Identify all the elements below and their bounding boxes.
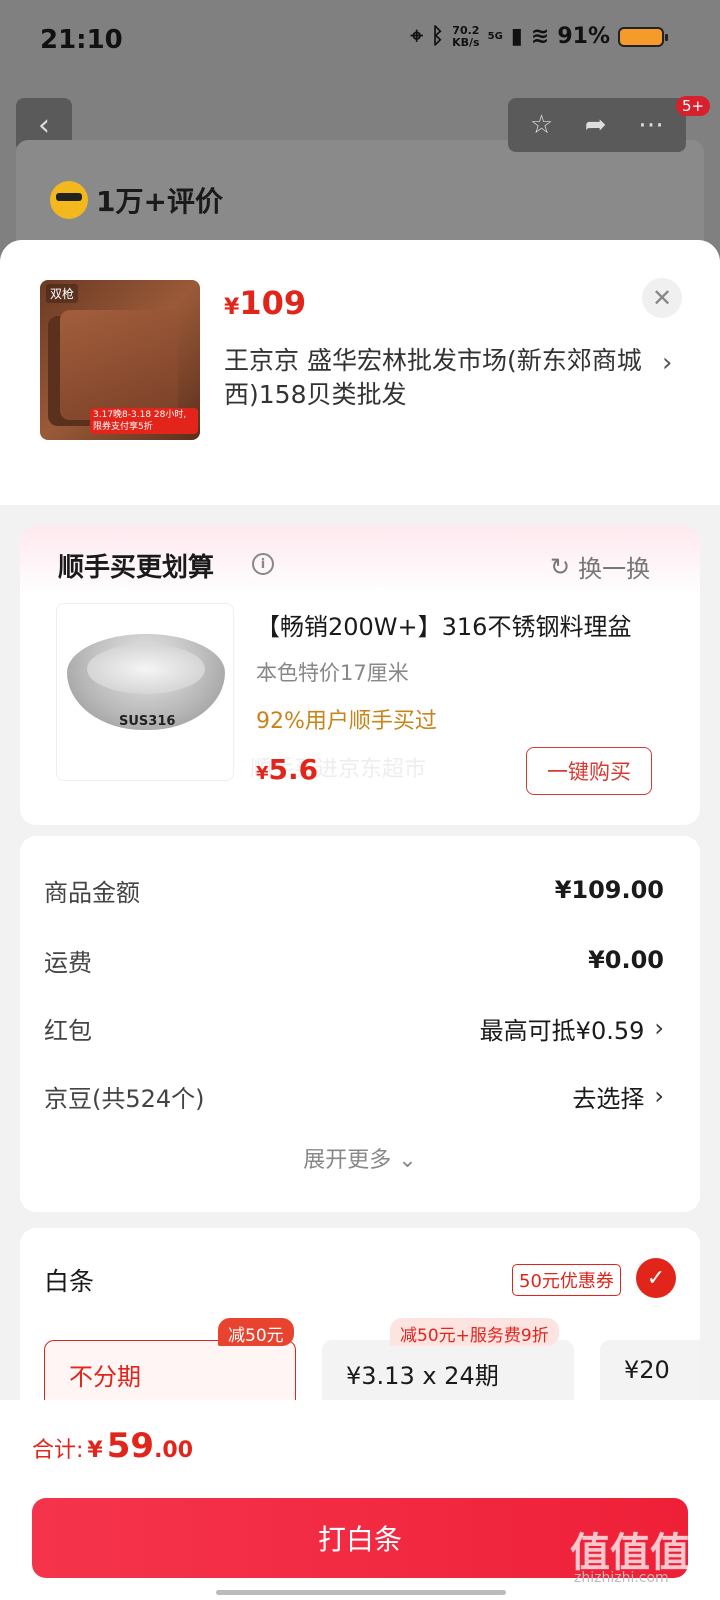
refresh-icon: ↻	[550, 552, 571, 581]
baitiao-card: 白条 50元优惠券 ✓ 不分期 ¥3.13 x 24期 ¥20 减50元 减50…	[20, 1228, 700, 1428]
addon-price-value: 5.6	[268, 753, 319, 786]
checkout-sheet: 双枪 3.17晚8-3.18 28小时, 限券支付享5折 ¥109 ✕ 王京京 …	[0, 240, 720, 1600]
plan-discount-tag: 减50元	[218, 1318, 294, 1346]
plan-text: ¥3.13 x 24期	[346, 1362, 499, 1390]
swap-label: 换一换	[578, 555, 651, 583]
chevron-right-icon: ›	[654, 1082, 664, 1110]
total-yen: ¥	[87, 1438, 103, 1463]
net-speed: 70.2 KB/s	[452, 24, 480, 49]
row-jd-beans[interactable]: 京豆(共524个) 去选择 ›	[44, 1076, 664, 1116]
row-label: 运费	[44, 948, 92, 977]
bowl-label: SUS316	[119, 714, 176, 729]
home-indicator[interactable]	[216, 1590, 506, 1595]
chevron-right-icon[interactable]: ›	[662, 348, 672, 378]
order-total: 合计: ¥ 59 .00	[32, 1426, 193, 1466]
row-value: 最高可抵¥0.59 ›	[480, 1011, 664, 1046]
thumb-promo: 3.17晚8-3.18 28小时, 限券支付享5折	[90, 408, 198, 434]
battery-icon	[618, 26, 668, 47]
more-icon[interactable]: ⋯	[638, 110, 664, 140]
total-label: 合计:	[32, 1438, 84, 1463]
row-label: 京豆(共524个)	[44, 1084, 205, 1113]
bluetooth-icon: ᛒ	[430, 24, 445, 49]
network-type: 5G	[487, 31, 503, 42]
total-decimal: .00	[154, 1438, 194, 1463]
sunglasses-emoji-icon	[50, 181, 88, 219]
star-icon[interactable]: ☆	[530, 110, 553, 140]
jd-beans-value: 去选择	[572, 1084, 645, 1113]
review-summary[interactable]: 1万+评价	[50, 180, 223, 220]
row-label: 红包	[44, 1016, 92, 1045]
plan-discount-tag: 减50元+服务费9折	[390, 1318, 559, 1346]
review-count: 1万+评价	[96, 185, 223, 218]
store-address[interactable]: 王京京 盛华宏林批发市场(新东郊商城西)158贝类批发	[224, 344, 644, 412]
price-symbol: ¥	[224, 295, 240, 320]
row-value: ¥0.00	[588, 946, 664, 974]
share-icon[interactable]: ➦	[585, 110, 607, 140]
row-value: ¥109.00	[555, 876, 664, 904]
status-bar: 21:10 ⌖ ᛒ 70.2 KB/s 5G ▮ ≋ 91%	[0, 0, 720, 80]
goods-amount-value: ¥109.00	[554, 876, 664, 904]
price-value: 109	[239, 284, 307, 322]
addon-price-symbol: ¥	[256, 763, 269, 784]
battery-percent: 91%	[557, 24, 610, 49]
product-thumbnail: 双枪 3.17晚8-3.18 28小时, 限券支付享5折	[40, 280, 200, 440]
addon-spec: 本色特价17厘米	[256, 661, 409, 685]
close-icon: ✕	[651, 284, 673, 312]
status-icons: ⌖ ᛒ 70.2 KB/s 5G ▮ ≋ 91%	[410, 24, 668, 49]
close-button[interactable]: ✕	[642, 278, 682, 318]
addon-name[interactable]: 【畅销200W+】316不锈钢料理盆	[256, 607, 656, 642]
red-packet-value: 最高可抵¥0.59	[479, 1016, 645, 1045]
row-red-packet[interactable]: 红包 最高可抵¥0.59 ›	[44, 1008, 664, 1048]
bowl-inner	[87, 644, 205, 694]
checkout-footer: 合计: ¥ 59 .00 打白条 值值值 zhizhizhi.com	[0, 1400, 720, 1600]
addon-image[interactable]: SUS316	[56, 603, 234, 781]
info-icon[interactable]: i	[252, 553, 274, 575]
addon-title: 顺手买更划算	[58, 553, 215, 583]
top-actions: ☆ ➦ ⋯	[508, 98, 686, 152]
shipping-value: ¥0.00	[588, 946, 664, 974]
addon-rate: 92%用户顺手买过	[256, 709, 437, 734]
row-shipping: 运费 ¥0.00	[44, 940, 664, 980]
row-label: 商品金额	[44, 878, 140, 907]
thumb-brand: 双枪	[46, 284, 79, 303]
cutting-board-image	[60, 310, 178, 420]
swap-button[interactable]: ↻ 换一换	[550, 549, 650, 584]
row-value: 去选择 ›	[572, 1079, 664, 1114]
price-summary: 商品金额 ¥109.00 运费 ¥0.00 红包 最高可抵¥0.59 › 京豆(共…	[20, 836, 700, 1212]
checkmark-icon[interactable]: ✓	[636, 1258, 676, 1298]
more-badge: 5+	[676, 96, 711, 116]
status-time: 21:10	[40, 25, 123, 55]
expand-more-button[interactable]: 展开更多 ⌄	[20, 1142, 700, 1174]
plan-text: ¥20	[624, 1356, 670, 1384]
baitiao-title: 白条	[44, 1267, 95, 1296]
coupon-tag[interactable]: 50元优惠券	[512, 1264, 621, 1296]
addon-price: ¥5.6	[256, 753, 318, 786]
product-header: 双枪 3.17晚8-3.18 28小时, 限券支付享5折 ¥109 ✕ 王京京 …	[0, 240, 720, 505]
product-price: ¥109	[224, 284, 306, 322]
plan-text: 不分期	[69, 1363, 141, 1391]
chevron-right-icon: ›	[654, 1014, 664, 1042]
one-click-buy-button[interactable]: 一键购买	[526, 747, 652, 795]
expand-label: 展开更多	[303, 1148, 392, 1173]
watermark-url: zhizhizhi.com	[574, 1570, 669, 1586]
total-integer: 59	[106, 1426, 155, 1466]
row-goods-amount: 商品金额 ¥109.00	[44, 870, 664, 910]
chevron-down-icon: ⌄	[398, 1148, 417, 1173]
wifi-icon: ≋	[530, 24, 550, 49]
net-speed-unit: KB/s	[452, 35, 480, 49]
location-icon: ⌖	[410, 24, 423, 49]
chevron-left-icon: ‹	[38, 107, 50, 143]
addon-card: 顺手买更划算 i ↻ 换一换 SUS316 【畅销200W+】316不锈钢料理盆…	[20, 525, 700, 825]
signal-icon: ▮	[510, 24, 523, 49]
